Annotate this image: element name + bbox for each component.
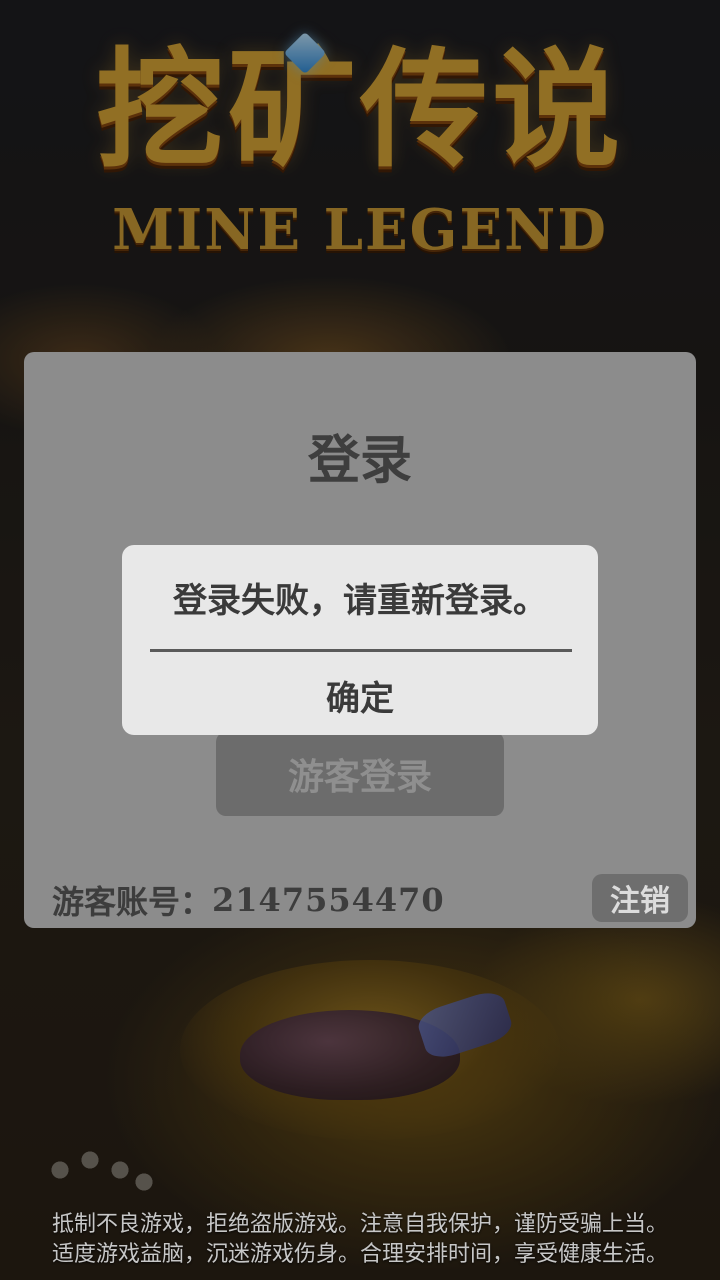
account-id: 2147554470	[212, 881, 445, 919]
health-notice-line-1: 抵制不良游戏，拒绝盗版游戏。注意自我保护，谨防受骗上当。	[51, 1212, 668, 1237]
login-title: 登录	[307, 431, 412, 491]
dialog-message: 登录失败，请重新登录。	[173, 581, 547, 621]
account-label: 游客账号：	[52, 883, 213, 921]
alert-dialog: 登录失败，请重新登录。 确定	[122, 545, 598, 735]
logout-button[interactable]: 注销	[592, 874, 688, 922]
health-notice-line-2: 适度游戏益脑，沉迷游戏伤身。合理安排时间，享受健康生活。	[51, 1242, 668, 1267]
guest-account-row: 游客账号： 2147554470	[52, 874, 445, 926]
guest-login-button[interactable]: 游客登录	[216, 732, 504, 816]
confirm-button[interactable]: 确定	[122, 655, 598, 735]
health-notice: 抵制不良游戏，拒绝盗版游戏。注意自我保护，谨防受骗上当。 适度游戏益脑，沉迷游戏…	[0, 1210, 720, 1270]
dialog-divider	[150, 649, 572, 652]
